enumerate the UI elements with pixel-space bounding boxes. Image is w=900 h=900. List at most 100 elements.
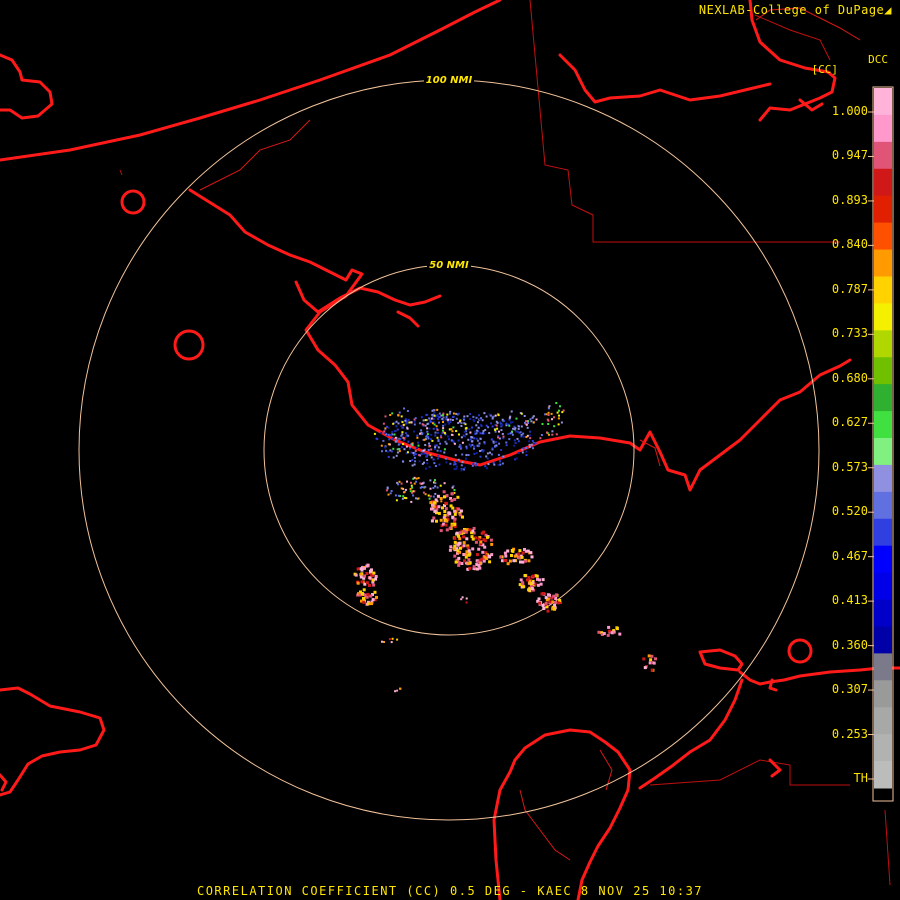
radar-echo-pixel [492, 441, 495, 444]
radar-echo-pixel [401, 446, 403, 448]
radar-echo-pixel [356, 567, 360, 571]
radar-echo-pixel [436, 436, 439, 439]
radar-echo-pixel [426, 430, 429, 433]
radar-echo-pixel [426, 427, 429, 430]
radar-echo-pixel [443, 451, 446, 454]
radar-echo-pixel [457, 458, 460, 461]
radar-echo-pixel [650, 668, 654, 672]
radar-echo-pixel [432, 409, 435, 411]
radar-echo-pixel [428, 445, 431, 448]
radar-echo-pixel [494, 414, 497, 417]
radar-echo-pixel [434, 434, 437, 437]
radar-echo-pixel [528, 446, 531, 448]
radar-echo-pixel [485, 455, 488, 458]
radar-echo-pixel [508, 418, 511, 421]
radar-echo-pixel [478, 414, 480, 417]
legend-color-stop [874, 438, 892, 466]
radar-echo-pixel [434, 479, 436, 482]
radar-echo-pixel [404, 419, 407, 422]
radar-echo-pixel [553, 425, 556, 428]
radar-echo-pixel [498, 442, 501, 445]
radar-echo-pixel [526, 578, 529, 582]
radar-echo-pixel [420, 429, 423, 432]
radar-echo-pixel [501, 462, 504, 465]
radar-echo-pixel [483, 545, 487, 549]
radar-echo-pixel [464, 553, 468, 557]
radar-echo-pixel [455, 465, 458, 468]
radar-echo-pixel [510, 554, 513, 557]
radar-echo-pixel [536, 583, 540, 587]
radar-echo-pixel [432, 501, 436, 505]
radar-echo-pixel [385, 489, 388, 492]
radar-echo-pixel [435, 519, 438, 523]
radar-echo-pixel [535, 418, 538, 421]
radar-echo-pixel [435, 425, 438, 428]
radar-echo-pixel [557, 417, 560, 420]
radar-echo-pixel [530, 587, 534, 590]
radar-echo-pixel [417, 444, 420, 447]
radar-echo-pixel [466, 415, 469, 418]
radar-echo-pixel [387, 455, 390, 458]
radar-echo-pixel [502, 435, 505, 438]
radar-echo-pixel [410, 500, 413, 503]
radar-echo-pixel [412, 452, 415, 454]
radar-echo-pixel [538, 601, 542, 605]
radar-echo-pixel [524, 421, 526, 424]
radar-echo-pixel [473, 452, 476, 455]
radar-echo-pixel [480, 531, 484, 535]
radar-echo-pixel [548, 600, 552, 604]
radar-echo-pixel [414, 417, 417, 420]
radar-echo-pixel [618, 632, 622, 636]
radar-echo-pixel [454, 560, 458, 564]
radar-echo-pixel [538, 578, 541, 582]
radar-echo-pixel [401, 421, 404, 424]
radar-echo-pixel [430, 519, 434, 523]
legend-color-stops [874, 88, 892, 800]
radar-echo-pixel [459, 546, 462, 550]
radar-echo-pixel [359, 575, 363, 579]
radar-echo-pixel [444, 501, 448, 505]
radar-echo-pixel [494, 444, 497, 447]
radar-echo-pixel [453, 554, 457, 558]
radar-echo-pixel [451, 419, 454, 421]
radar-echo-pixel [395, 454, 398, 457]
radar-echo-pixel [373, 432, 376, 435]
radar-echo-pixel [449, 545, 453, 549]
radar-echo-pixel [528, 440, 531, 443]
radar-echo-pixel [527, 588, 531, 592]
radar-echo-pixel [597, 630, 601, 634]
legend-color-stop [874, 303, 892, 331]
radar-echo-pixel [393, 433, 396, 436]
radar-echo-pixel [453, 463, 455, 466]
radar-echo-pixel [486, 457, 489, 460]
radar-echo-pixel [399, 687, 401, 690]
radar-echo-pixel [461, 461, 464, 464]
radar-echo-pixel [439, 518, 443, 522]
radar-echo-pixel [458, 433, 460, 436]
radar-echo-pixel [412, 454, 415, 457]
radar-echo-pixel [478, 566, 482, 570]
radar-echo-pixel [560, 421, 563, 424]
radar-echo-pixel [453, 497, 457, 501]
radar-echo-pixel [525, 423, 528, 426]
radar-echo-pixel [541, 592, 545, 595]
radar-echo-pixel [400, 415, 403, 418]
radar-echo-pixel [464, 435, 466, 438]
radar-echo-pixel [452, 412, 455, 415]
radar-echo-pixel [499, 555, 503, 559]
radar-echo-pixel [429, 453, 432, 456]
radar-echo-pixel [372, 571, 376, 575]
radar-echo-pixel [438, 421, 440, 424]
legend-color-stop [874, 734, 892, 762]
radar-echo-pixel [490, 422, 493, 425]
radar-echo-pixel [474, 430, 477, 433]
radar-echo-pixel [444, 457, 447, 460]
radar-echo-pixel [433, 462, 436, 465]
legend-label: 0.893 [831, 192, 868, 207]
radar-echo-pixel [473, 447, 475, 450]
radar-echo-pixel [484, 465, 487, 468]
radar-echo-pixel [410, 443, 413, 446]
radar-echo-pixel [401, 431, 404, 434]
radar-echo-pixel [474, 462, 477, 465]
radar-echo-pixel [444, 423, 447, 426]
